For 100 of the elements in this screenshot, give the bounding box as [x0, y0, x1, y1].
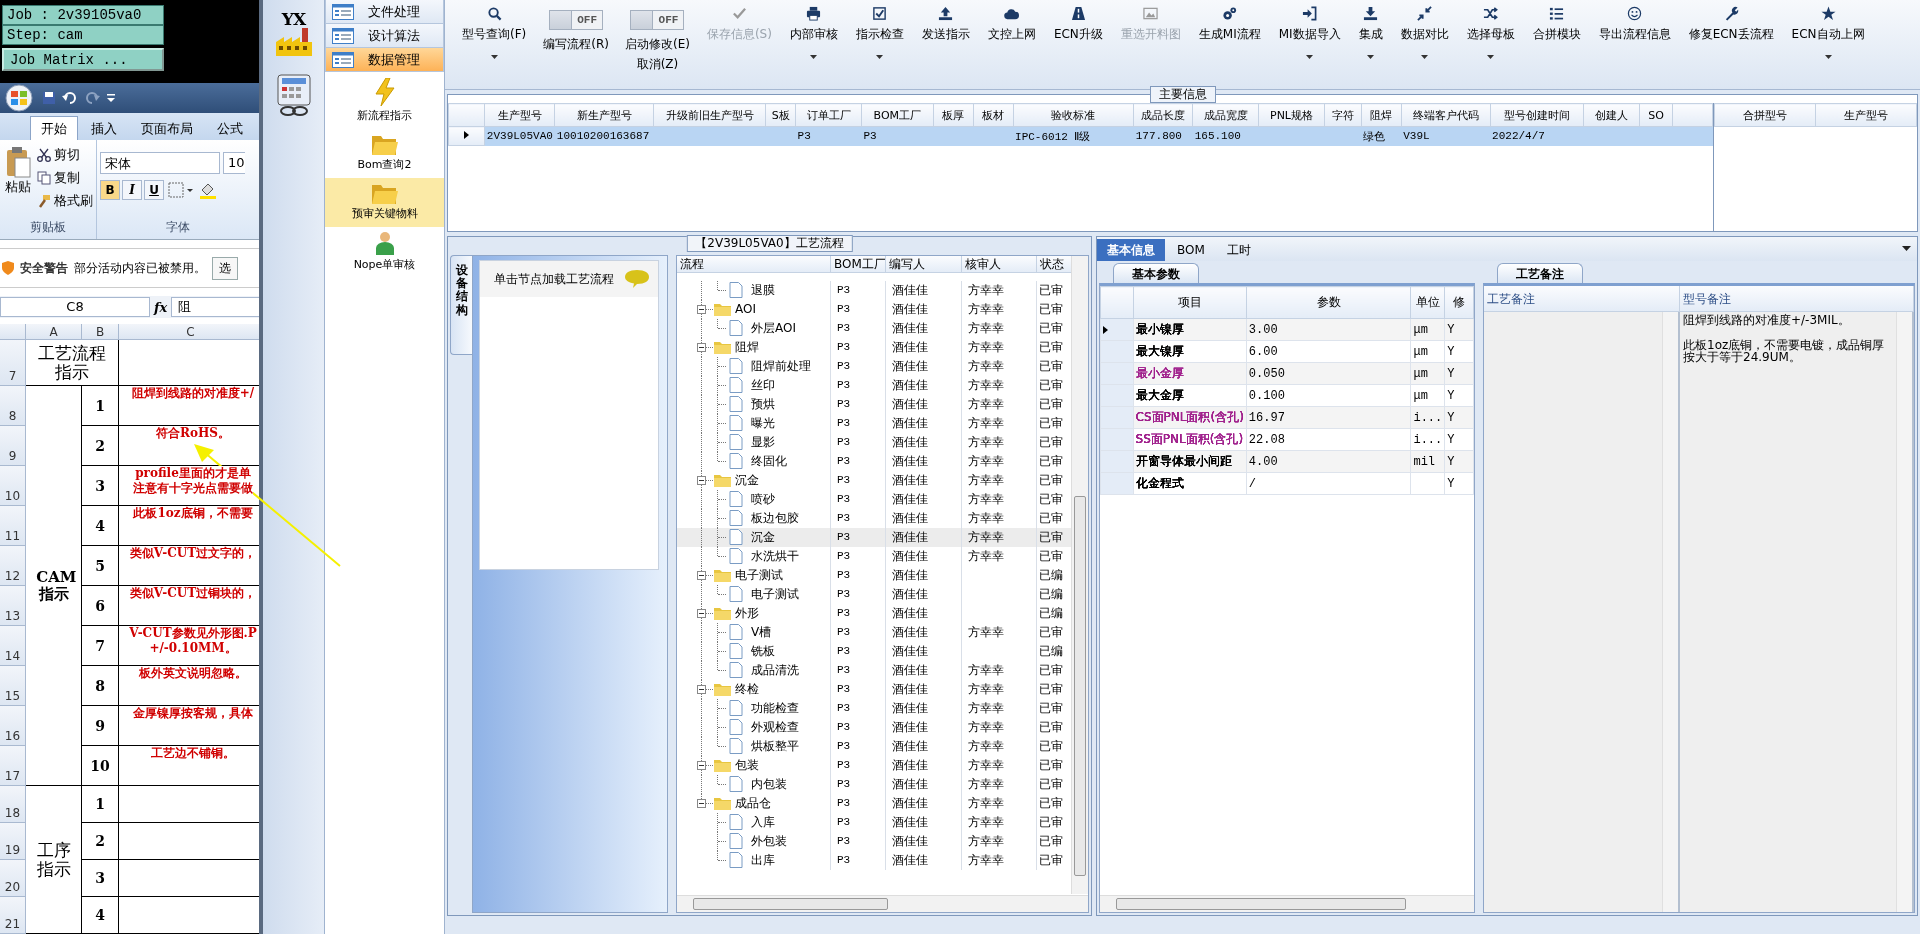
collapse-toggle[interactable] [697, 761, 706, 770]
row-header[interactable]: 8 [0, 386, 26, 426]
toolbar-button[interactable]: ECN升级 [1044, 6, 1112, 82]
column-header[interactable]: C [119, 324, 259, 340]
name-box[interactable]: C8 [0, 297, 150, 317]
collapse-toggle[interactable] [697, 685, 706, 694]
tree-cell[interactable]: 终固化 [677, 452, 831, 471]
panel-tab[interactable]: 基本参数 [1113, 263, 1199, 283]
toolbar-button[interactable]: 修复ECN丢流程 [1679, 6, 1783, 82]
redo-icon[interactable] [84, 91, 100, 105]
column-header[interactable]: 板厚 [933, 103, 974, 127]
tree-cell[interactable]: 外层AOI [677, 319, 831, 338]
column-header[interactable]: 编写人 [886, 256, 962, 272]
tab[interactable]: BOM [1167, 239, 1215, 261]
column-header[interactable]: 终端客户代码 [1401, 103, 1491, 127]
column-header[interactable]: 合拼型号 [1714, 103, 1816, 127]
row-header[interactable]: 16 [0, 706, 26, 746]
tree-cell[interactable]: 入库 [677, 813, 831, 832]
column-header[interactable]: A [26, 324, 82, 340]
column-header[interactable]: 生产型号 [1815, 103, 1917, 127]
tree-cell[interactable]: 内包装 [677, 775, 831, 794]
column-header[interactable]: 单位 [1410, 286, 1445, 319]
column-header[interactable]: 阻焊 [1361, 103, 1402, 127]
tree-cell[interactable]: 烘板整平 [677, 737, 831, 756]
ribbon-tab[interactable]: 插入 [80, 116, 128, 140]
column-header[interactable]: 验收标准 [1013, 103, 1134, 127]
customize-icon[interactable] [106, 93, 116, 103]
nav-item[interactable]: Nope单审核 [325, 227, 444, 278]
nav-item[interactable]: 新流程指示 [325, 74, 444, 129]
tree-cell[interactable]: 外形 [677, 604, 831, 623]
column-header[interactable]: 成品长度 [1133, 103, 1193, 127]
tree-cell[interactable]: 喷砂 [677, 490, 831, 509]
tree-cell[interactable]: 预烘 [677, 395, 831, 414]
column-header[interactable]: 型号备注 [1680, 286, 1914, 311]
horizontal-scrollbar[interactable] [677, 895, 1088, 912]
column-header[interactable]: 流程 [677, 256, 831, 272]
cut-button[interactable]: 剪切 [37, 144, 93, 166]
job-matrix-button[interactable]: Job Matrix ... [2, 48, 164, 71]
column-header[interactable]: 核审人 [962, 256, 1037, 272]
collapse-toggle[interactable] [697, 343, 706, 352]
row-header[interactable]: 11 [0, 506, 26, 546]
bold-button[interactable]: B [100, 180, 120, 200]
column-header[interactable]: PNL规格 [1258, 103, 1325, 127]
toolbar-button[interactable]: 选择母板 [1457, 6, 1524, 82]
toolbar-button[interactable]: ECN自动上网 [1782, 6, 1874, 82]
column-header[interactable]: BOM工厂 [831, 256, 886, 272]
tree-cell[interactable]: 外观检查 [677, 718, 831, 737]
collapse-toggle[interactable] [697, 476, 706, 485]
tree-cell[interactable]: 功能检查 [677, 699, 831, 718]
tree-cell[interactable]: 显影 [677, 433, 831, 452]
tree-cell[interactable]: 退膜 [677, 281, 831, 300]
font-name-field[interactable]: 宋体 [100, 152, 220, 174]
underline-button[interactable]: U [144, 180, 164, 200]
cancel-button[interactable]: 取消(Z) [636, 53, 679, 73]
collapse-toggle[interactable] [697, 609, 706, 618]
nav-module[interactable]: 文件处理 [325, 0, 444, 24]
toolbar-button[interactable]: 数据对比 [1391, 6, 1458, 82]
row-header[interactable]: 19 [0, 823, 26, 860]
column-header[interactable]: 新生产型号 [554, 103, 654, 127]
row-header[interactable]: 15 [0, 666, 26, 706]
borders-icon[interactable] [166, 180, 196, 200]
toolbar-button[interactable]: MI数据导入 [1269, 6, 1350, 82]
tree-cell[interactable]: 丝印 [677, 376, 831, 395]
toolbar-button[interactable]: 文控上网 [978, 6, 1045, 82]
font-size-field[interactable]: 10 [223, 152, 245, 174]
row-header[interactable]: 9 [0, 426, 26, 466]
tree-cell[interactable]: 电子测试 [677, 585, 831, 604]
nav-item[interactable]: 预审关键物料 [325, 178, 444, 227]
column-header[interactable]: 订单工厂 [795, 103, 862, 127]
tab[interactable]: 工时 [1216, 239, 1261, 261]
column-header[interactable]: 型号创建时间 [1490, 103, 1584, 127]
formula-field[interactable]: 阻 [171, 297, 259, 317]
column-header[interactable]: S板 [765, 103, 796, 127]
toolbar-button[interactable]: 合拼模块 [1523, 6, 1590, 82]
tree-cell[interactable]: AOI [677, 300, 831, 319]
tree-cell[interactable]: 成品清洗 [677, 661, 831, 680]
tree-cell[interactable]: 成品仓 [677, 794, 831, 813]
row-header[interactable]: 13 [0, 586, 26, 626]
tree-cell[interactable]: V槽 [677, 623, 831, 642]
nav-item[interactable]: Bom查询2 [325, 129, 444, 178]
toolbar-button[interactable]: 内部审核 [780, 6, 847, 82]
tree-cell[interactable]: 外包装 [677, 832, 831, 851]
tree-cell[interactable]: 阻焊前处理 [677, 357, 831, 376]
ribbon-tab[interactable]: 页面布局 [130, 116, 204, 140]
panel-tab[interactable]: 工艺备注 [1497, 263, 1583, 283]
tree-cell[interactable]: 沉金 [677, 471, 831, 490]
toolbar-button[interactable]: 指示检查 [846, 6, 913, 82]
toolbar-button[interactable]: 发送指示 [912, 6, 979, 82]
row-header[interactable]: 18 [0, 786, 26, 823]
collapse-toggle[interactable] [697, 799, 706, 808]
tree-cell[interactable]: 曝光 [677, 414, 831, 433]
toggle-switch[interactable]: OFF [549, 10, 604, 30]
tree-cell[interactable]: 出库 [677, 851, 831, 870]
column-header[interactable]: 板材 [973, 103, 1014, 127]
column-header[interactable]: BOM工厂 [861, 103, 934, 127]
row-indicator[interactable] [1100, 318, 1134, 341]
paste-button[interactable]: 粘贴 [3, 144, 33, 219]
row-header[interactable]: 7 [0, 340, 26, 386]
toolbar-button[interactable]: 生成MI流程 [1189, 6, 1270, 82]
row-header[interactable]: 20 [0, 860, 26, 897]
